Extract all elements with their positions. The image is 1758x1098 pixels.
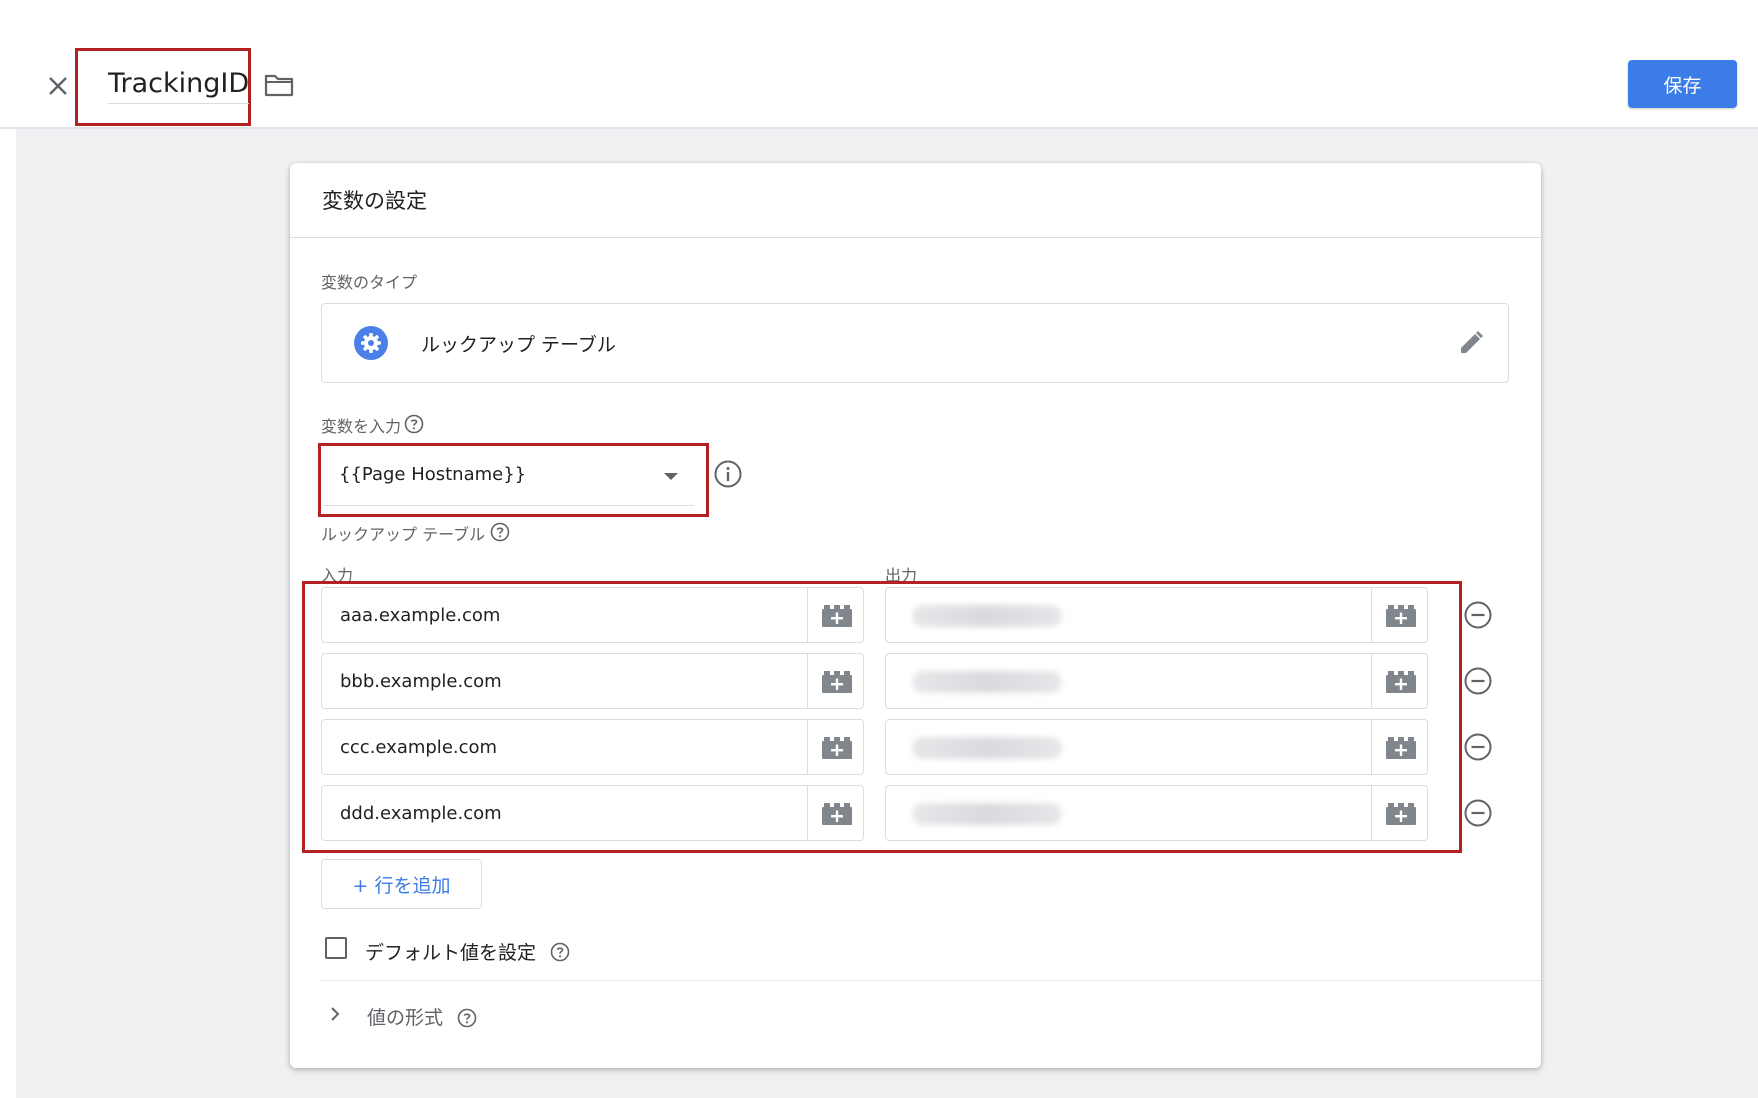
- insert-variable-button[interactable]: [807, 654, 863, 708]
- variable-brick-icon: [822, 605, 852, 627]
- blurred-output-value: [912, 605, 1062, 627]
- output-column-header: 出力: [885, 566, 918, 585]
- table-row-input[interactable]: [321, 653, 864, 709]
- remove-row-icon[interactable]: [1463, 798, 1493, 828]
- help-icon[interactable]: [404, 414, 424, 434]
- help-icon[interactable]: [550, 942, 570, 962]
- variable-brick-icon: [822, 737, 852, 759]
- lookup-input-field[interactable]: [322, 786, 808, 840]
- blurred-output-value: [912, 671, 1062, 693]
- variable-brick-icon: [1386, 671, 1416, 693]
- table-row-output[interactable]: [885, 653, 1428, 709]
- insert-variable-button[interactable]: [807, 588, 863, 642]
- input-variable-value: {{Page Hostname}}: [339, 464, 527, 485]
- folder-icon[interactable]: [263, 71, 295, 99]
- variable-name-input[interactable]: TrackingID: [108, 68, 250, 104]
- variable-brick-icon: [1386, 605, 1416, 627]
- default-value-checkbox[interactable]: [325, 937, 347, 959]
- insert-variable-button[interactable]: [1371, 786, 1427, 840]
- variable-config-card: 変数の設定 変数のタイプ ルックアップ テーブル 変数を入力 {{Page Ho…: [290, 163, 1541, 1068]
- value-format-toggle[interactable]: 値の形式: [367, 1003, 443, 1030]
- insert-variable-button[interactable]: [807, 786, 863, 840]
- input-column-header: 入力: [321, 566, 354, 585]
- info-icon[interactable]: [713, 459, 743, 489]
- input-variable-dropdown[interactable]: {{Page Hostname}}: [323, 448, 694, 506]
- table-row-output[interactable]: [885, 785, 1428, 841]
- remove-row-icon[interactable]: [1463, 732, 1493, 762]
- lookup-input-field[interactable]: [322, 720, 808, 774]
- section-divider: [321, 980, 1541, 981]
- settings-gear-icon: [354, 326, 388, 360]
- variable-brick-icon: [822, 671, 852, 693]
- lookup-input-field[interactable]: [322, 588, 808, 642]
- default-value-label: デフォルト値を設定: [365, 942, 537, 964]
- pencil-icon[interactable]: [1456, 328, 1486, 358]
- save-button[interactable]: 保存: [1628, 60, 1737, 108]
- variable-type-selector[interactable]: ルックアップ テーブル: [321, 303, 1509, 383]
- chevron-right-icon[interactable]: [326, 1005, 344, 1023]
- variable-brick-icon: [822, 803, 852, 825]
- header-bar: TrackingID 保存: [0, 0, 1758, 129]
- insert-variable-button[interactable]: [807, 720, 863, 774]
- help-icon[interactable]: [490, 522, 510, 542]
- insert-variable-button[interactable]: [1371, 654, 1427, 708]
- remove-row-icon[interactable]: [1463, 666, 1493, 696]
- table-row-output[interactable]: [885, 587, 1428, 643]
- remove-row-icon[interactable]: [1463, 600, 1493, 630]
- variable-type-value: ルックアップ テーブル: [421, 334, 616, 356]
- table-row-input[interactable]: [321, 719, 864, 775]
- variable-brick-icon: [1386, 737, 1416, 759]
- blurred-output-value: [912, 737, 1062, 759]
- table-row-input[interactable]: [321, 587, 864, 643]
- help-icon[interactable]: [457, 1008, 477, 1028]
- table-row-output[interactable]: [885, 719, 1428, 775]
- card-title: 変数の設定: [322, 189, 427, 213]
- blurred-output-value: [912, 803, 1062, 825]
- variable-brick-icon: [1386, 803, 1416, 825]
- close-icon[interactable]: [44, 72, 72, 100]
- lookup-input-field[interactable]: [322, 654, 808, 708]
- insert-variable-button[interactable]: [1371, 720, 1427, 774]
- lookup-table-label: ルックアップ テーブル: [321, 525, 486, 544]
- card-divider: [290, 237, 1541, 238]
- variable-type-label: 変数のタイプ: [321, 273, 418, 292]
- add-row-button[interactable]: + 行を追加: [321, 859, 482, 909]
- dropdown-arrow-icon: [664, 473, 678, 480]
- table-row-input[interactable]: [321, 785, 864, 841]
- insert-variable-button[interactable]: [1371, 588, 1427, 642]
- input-variable-label: 変数を入力: [321, 417, 402, 436]
